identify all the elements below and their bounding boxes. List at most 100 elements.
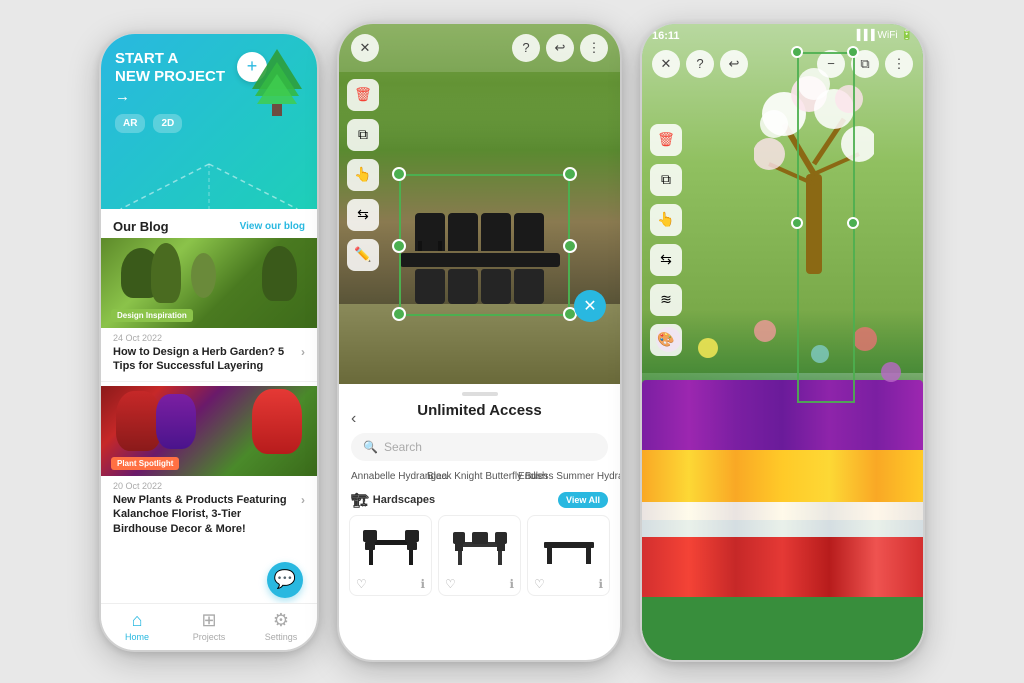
sel-dot-2[interactable] bbox=[847, 46, 859, 58]
settings-icon: ⚙ bbox=[273, 610, 289, 631]
nav-home[interactable]: ⌂ Home bbox=[101, 610, 173, 642]
camera-top-bar: ✕ ? ↩ ⋮ bbox=[339, 24, 620, 72]
selection-dot-mr[interactable] bbox=[563, 239, 577, 253]
selection-line-bottom bbox=[399, 314, 570, 316]
panel-handle[interactable] bbox=[462, 392, 498, 396]
undo-button[interactable]: ↩ bbox=[546, 34, 574, 62]
sel-dot-4[interactable] bbox=[847, 217, 859, 229]
chevron-right-icon: › bbox=[301, 345, 305, 361]
product-image-1 bbox=[354, 520, 427, 575]
deselect-button[interactable]: ✕ bbox=[574, 290, 606, 322]
product-grid: ♡ ℹ bbox=[339, 515, 620, 596]
help-button[interactable]: ? bbox=[512, 34, 540, 62]
plant-tabs: Annabelle Hydrangea Black Knight Butterf… bbox=[339, 471, 620, 490]
plant-tab-endless[interactable]: Endless Summer Hydrangea bbox=[518, 471, 608, 482]
duplicate-button-3[interactable]: ⧉ bbox=[650, 164, 682, 196]
product-image-3 bbox=[532, 520, 605, 575]
phone3-left-toolbar: 🗑 ⧉ 👆 ⇆ ≋ 🎨 bbox=[650, 124, 682, 356]
selection-line-top bbox=[399, 174, 570, 176]
selection-dot-tl[interactable] bbox=[392, 167, 406, 181]
info-icon-2[interactable]: ℹ bbox=[509, 577, 514, 591]
phone-3: 16:11 ▐▐▐ WiFi 🔋 ✕ ? ↩ − ⧉ ⋮ bbox=[640, 22, 925, 662]
panel-title: Unlimited Access bbox=[351, 402, 608, 427]
trash-button[interactable]: 🗑 bbox=[347, 79, 379, 111]
product-image-2 bbox=[443, 520, 516, 575]
paint-brush-button-3[interactable]: 🎨 bbox=[650, 324, 682, 356]
projects-icon: ⊞ bbox=[201, 610, 216, 631]
search-icon: 🔍 bbox=[363, 440, 378, 454]
more-button[interactable]: ⋮ bbox=[580, 34, 608, 62]
product-card-1[interactable]: ♡ ℹ bbox=[349, 515, 432, 596]
nav-settings[interactable]: ⚙ Settings bbox=[245, 610, 317, 642]
minus-button-3[interactable]: − bbox=[817, 50, 845, 78]
phone3-status-icons: ▐▐▐ WiFi 🔋 bbox=[853, 30, 913, 41]
close-button-3[interactable]: ✕ bbox=[652, 50, 680, 78]
undo-button-3[interactable]: ↩ bbox=[720, 50, 748, 78]
new-project-title: START A NEW PROJECT bbox=[115, 50, 225, 86]
sel-h-line-bottom bbox=[797, 401, 855, 403]
view-all-button[interactable]: View All bbox=[558, 492, 608, 508]
gesture-button-3[interactable]: 👆 bbox=[650, 204, 682, 236]
favorite-icon-2[interactable]: ♡ bbox=[445, 577, 456, 591]
phone3-time: 16:11 bbox=[652, 30, 680, 42]
phone1-header: START A NEW PROJECT → AR 2D + bbox=[101, 34, 317, 209]
toolbar-right-group: − ⧉ ⋮ bbox=[817, 50, 913, 78]
bottom-panel: ‹ Unlimited Access 🔍 Search Annabelle Hy… bbox=[339, 392, 620, 596]
tree-decoration bbox=[247, 44, 307, 114]
flip-button-3[interactable]: ⇆ bbox=[650, 244, 682, 276]
selection-dot-ml[interactable] bbox=[392, 239, 406, 253]
product-1-actions: ♡ ℹ bbox=[354, 575, 427, 591]
panel-search-bar[interactable]: 🔍 Search bbox=[351, 433, 608, 461]
info-icon-1[interactable]: ℹ bbox=[420, 577, 425, 591]
layers-button-3[interactable]: ≋ bbox=[650, 284, 682, 316]
blog-post-2-title[interactable]: New Plants & Products Featuring Kalancho… bbox=[101, 493, 317, 540]
blog-post-1-title[interactable]: How to Design a Herb Garden? 5 Tips for … bbox=[101, 345, 317, 378]
blog-section-title: Our Blog bbox=[113, 219, 169, 234]
product-2-actions: ♡ ℹ bbox=[443, 575, 516, 591]
product-card-2[interactable]: ♡ ℹ bbox=[438, 515, 521, 596]
more-button-3[interactable]: ⋮ bbox=[885, 50, 913, 78]
phone-2: ✕ ? ↩ ⋮ 🗑 ⧉ 👆 ⇆ ✏️ bbox=[337, 22, 622, 662]
trash-button-3[interactable]: 🗑 bbox=[650, 124, 682, 156]
wifi-icon: WiFi bbox=[878, 30, 898, 41]
phone3-toolbar: ✕ ? ↩ − ⧉ ⋮ bbox=[642, 50, 923, 78]
blossom-tree bbox=[754, 54, 854, 254]
phone3-status-bar: 16:11 ▐▐▐ WiFi 🔋 bbox=[642, 24, 923, 48]
plant-tab-annabelle[interactable]: Annabelle Hydrangea bbox=[351, 471, 421, 482]
selection-dot-bl[interactable] bbox=[392, 307, 406, 321]
close-button[interactable]: ✕ bbox=[351, 34, 379, 62]
nav-projects[interactable]: ⊞ Projects bbox=[173, 610, 245, 642]
view-blog-link[interactable]: View our blog bbox=[240, 221, 305, 232]
2d-button[interactable]: 2D bbox=[153, 114, 182, 133]
flip-button[interactable]: ⇆ bbox=[347, 199, 379, 231]
selection-dot-tr[interactable] bbox=[563, 167, 577, 181]
favorite-icon-1[interactable]: ♡ bbox=[356, 577, 367, 591]
blog-post-2-image: Plant Spotlight bbox=[101, 386, 317, 476]
search-input[interactable]: Search bbox=[384, 440, 596, 454]
product-3-actions: ♡ ℹ bbox=[532, 575, 605, 591]
hardscapes-icon: 🏗 bbox=[351, 492, 369, 509]
blog-divider bbox=[101, 381, 317, 382]
blog-post-2-date: 20 Oct 2022 bbox=[101, 476, 317, 493]
back-arrow-button[interactable]: ‹ bbox=[351, 410, 356, 428]
sel-dot-3[interactable] bbox=[791, 217, 803, 229]
sel-dot-1[interactable] bbox=[791, 46, 803, 58]
ar-button[interactable]: AR bbox=[115, 114, 145, 133]
blog-header: Our Blog View our blog bbox=[101, 209, 317, 238]
duplicate-button[interactable]: ⧉ bbox=[347, 119, 379, 151]
left-toolbar: 🗑 ⧉ 👆 ⇆ ✏️ bbox=[347, 79, 379, 271]
toolbar-left-group: ✕ ? ↩ bbox=[652, 50, 748, 78]
product-card-3[interactable]: ♡ ℹ bbox=[527, 515, 610, 596]
chat-fab-button[interactable]: 💬 bbox=[267, 562, 303, 598]
phone3-ar-view: 16:11 ▐▐▐ WiFi 🔋 ✕ ? ↩ − ⧉ ⋮ bbox=[642, 24, 923, 660]
blog-post-1-date: 24 Oct 2022 bbox=[101, 328, 317, 345]
favorite-icon-3[interactable]: ♡ bbox=[534, 577, 545, 591]
help-button-3[interactable]: ? bbox=[686, 50, 714, 78]
plant-tab-blackknight[interactable]: Black Knight Butterfly Bush bbox=[427, 471, 512, 482]
blog-post-1-tag: Design Inspiration bbox=[111, 309, 193, 322]
paint-button[interactable]: ✏️ bbox=[347, 239, 379, 271]
phone-1: START A NEW PROJECT → AR 2D + bbox=[99, 32, 319, 652]
info-icon-3[interactable]: ℹ bbox=[598, 577, 603, 591]
hardscapes-label: 🏗 Hardscapes bbox=[351, 492, 435, 509]
gesture-button[interactable]: 👆 bbox=[347, 159, 379, 191]
